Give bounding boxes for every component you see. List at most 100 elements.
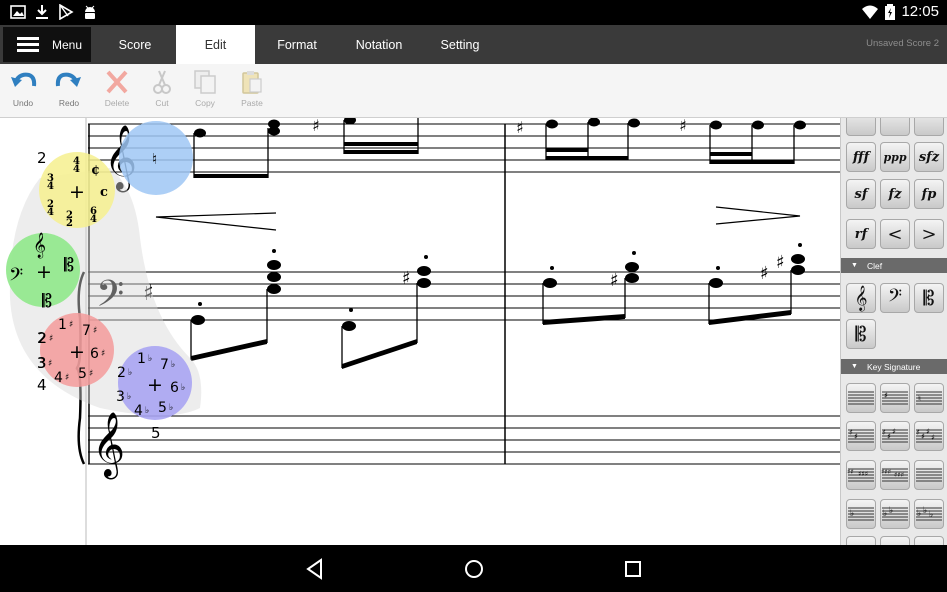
- tab-notation[interactable]: Notation: [339, 25, 419, 64]
- clef-section-header[interactable]: ▼ Clef: [841, 258, 947, 273]
- key-2-flats-button[interactable]: ♭ ♭: [880, 499, 910, 529]
- tab-format[interactable]: Format: [258, 25, 336, 64]
- flat-deg-1: 1: [137, 351, 146, 367]
- svg-text:♭: ♭: [889, 506, 893, 516]
- svg-text:♯: ♯: [69, 320, 73, 330]
- key-3-flats-button[interactable]: ♭ ♭ ♭: [914, 499, 944, 529]
- cut-button[interactable]: Cut: [142, 69, 182, 115]
- key-7-sharps-icon: [916, 468, 942, 482]
- svg-text:𝄞: 𝄞: [92, 412, 125, 479]
- key-partial-2[interactable]: [880, 536, 910, 545]
- sharp-deg-4: 4: [54, 370, 63, 386]
- svg-text:♯♯: ♯♯: [847, 467, 854, 476]
- dynamic-rf-button[interactable]: rf: [846, 219, 876, 249]
- svg-text:♭: ♭: [917, 509, 921, 519]
- document-title: Unsaved Score 2: [866, 38, 939, 49]
- natural-wheel[interactable]: ♮: [119, 121, 193, 195]
- tab-score[interactable]: Score: [95, 25, 175, 64]
- svg-text:♯: ♯: [610, 270, 619, 291]
- svg-text:♯: ♯: [921, 431, 925, 441]
- wheel-label-4: 4: [37, 376, 47, 394]
- key-6-sharps-button[interactable]: ♯♯♯ ♯♯♯: [880, 460, 910, 490]
- home-icon[interactable]: [462, 557, 486, 581]
- svg-text:♭: ♭: [148, 354, 152, 364]
- dynamic-sf-button[interactable]: sf: [846, 179, 876, 209]
- score-canvas[interactable]: 𝄢 𝄞 𝄞 ♯: [0, 118, 840, 545]
- dynamic-fp-button[interactable]: fp: [914, 179, 944, 209]
- dynamic-partial-3[interactable]: [914, 118, 944, 136]
- dynamic-fff-button[interactable]: fff: [846, 142, 876, 172]
- time-bottom-2: 4: [47, 181, 54, 192]
- tenor-clef-button[interactable]: 𝄡: [846, 319, 876, 349]
- key-3-sharps-icon: ♯ ♯ ♯: [882, 428, 908, 443]
- dynamic-fz-button[interactable]: fz: [880, 179, 910, 209]
- dynamic-ppp-button[interactable]: ppp: [880, 142, 910, 172]
- svg-text:♯: ♯: [882, 428, 886, 437]
- undo-icon: [11, 72, 37, 87]
- svg-text:♯: ♯: [776, 252, 785, 273]
- key-1-flat-button[interactable]: ♮: [914, 383, 944, 413]
- svg-text:♯♯♯: ♯♯♯: [881, 467, 891, 476]
- treble-clef-button[interactable]: 𝄞: [846, 283, 876, 313]
- svg-text:♭: ♭: [171, 360, 175, 370]
- key-partial-1[interactable]: [846, 536, 876, 545]
- key-4-sharps-button[interactable]: ♯ ♯ ♯ ♯: [914, 421, 944, 451]
- svg-text:♯: ♯: [849, 428, 853, 437]
- svg-text:♯: ♯: [93, 326, 97, 336]
- key-1-sharp-button[interactable]: ♯: [880, 383, 910, 413]
- sharp-wheel-plus: +: [69, 341, 85, 363]
- redo-button[interactable]: Redo: [49, 69, 89, 115]
- common-time-symbol: c: [100, 185, 108, 200]
- svg-text:♯: ♯: [49, 334, 53, 344]
- bass-clef-icon: 𝄢: [887, 285, 903, 311]
- crescendo-button[interactable]: <: [880, 219, 910, 249]
- flat-deg-3: 3: [116, 389, 125, 405]
- svg-text:♯: ♯: [101, 349, 105, 359]
- svg-text:♯: ♯: [892, 428, 896, 436]
- sharp-deg-7: 7: [82, 323, 91, 339]
- flat-deg-4: 4: [134, 403, 143, 419]
- download-icon: [36, 5, 48, 19]
- undo-button[interactable]: Undo: [3, 69, 43, 115]
- key-1-flat-alt-button[interactable]: ♭: [846, 499, 876, 529]
- copy-button[interactable]: Copy: [185, 69, 225, 115]
- paste-button[interactable]: Paste: [232, 69, 272, 115]
- key-c-major-button[interactable]: [846, 383, 876, 413]
- svg-text:♯: ♯: [516, 118, 524, 137]
- key-4-sharps-icon: ♯ ♯ ♯♯: [916, 428, 942, 443]
- key-5-sharps-icon: ♯♯ ♯♯♯: [847, 467, 874, 482]
- svg-text:𝄞: 𝄞: [33, 232, 46, 258]
- hamburger-icon: [17, 34, 39, 55]
- svg-text:♯: ♯: [679, 118, 687, 135]
- key-5-sharps-button[interactable]: ♯♯ ♯♯♯: [846, 460, 876, 490]
- svg-text:♯: ♯: [402, 268, 411, 289]
- key-signature-section-header[interactable]: ▼ Key Signature: [841, 359, 947, 374]
- key-3-sharps-button[interactable]: ♯ ♯ ♯: [880, 421, 910, 451]
- svg-text:♯: ♯: [916, 428, 920, 437]
- tab-edit[interactable]: Edit: [176, 25, 255, 64]
- tab-setting[interactable]: Setting: [421, 25, 499, 64]
- redo-icon: [55, 72, 81, 87]
- bass-clef-button[interactable]: 𝄢: [880, 283, 910, 313]
- key-2-sharps-button[interactable]: ♯ ♯: [846, 421, 876, 451]
- back-icon[interactable]: [303, 557, 327, 581]
- decrescendo-button[interactable]: >: [914, 219, 944, 249]
- menu-button[interactable]: Menu: [3, 27, 91, 62]
- alto-clef-button[interactable]: 𝄡: [914, 283, 944, 313]
- status-bar: 12:05: [0, 0, 947, 25]
- clef-wheel-plus: +: [36, 261, 52, 283]
- dynamic-partial-1[interactable]: [846, 118, 876, 136]
- flat-deg-7: 7: [160, 357, 169, 373]
- delete-label: Delete: [104, 98, 130, 108]
- dynamic-sfz-button[interactable]: sfz: [914, 142, 944, 172]
- flat-wheel-plus: +: [147, 374, 163, 396]
- delete-button[interactable]: Delete: [97, 69, 137, 115]
- key-partial-3[interactable]: [914, 536, 944, 545]
- recents-icon[interactable]: [621, 557, 645, 581]
- flat-deg-6: 6: [170, 380, 179, 396]
- key-7-sharps-button[interactable]: [914, 460, 944, 490]
- wheel-label-2b: 2: [37, 329, 47, 347]
- dynamic-partial-2[interactable]: [880, 118, 910, 136]
- score-notation[interactable]: 𝄢 𝄞 𝄞 ♯: [0, 118, 840, 545]
- time-bottom-3: 4: [47, 207, 54, 218]
